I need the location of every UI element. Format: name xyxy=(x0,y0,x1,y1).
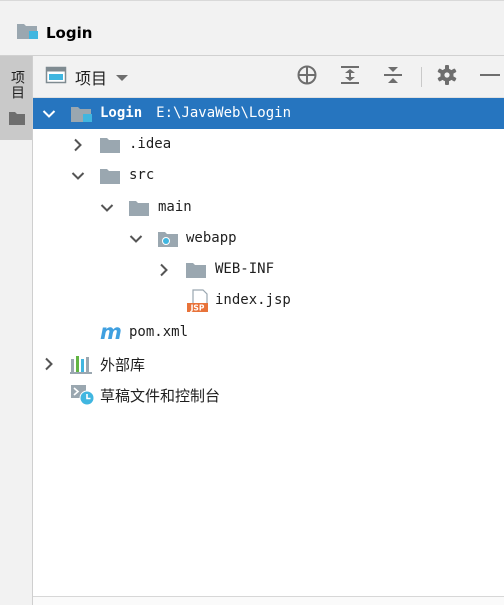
chevron-down-icon[interactable] xyxy=(100,200,114,214)
web-folder-icon xyxy=(157,229,179,249)
project-view-icon xyxy=(45,65,67,89)
tree-item-pom-xml[interactable]: m pom.xml xyxy=(33,317,504,348)
chevron-down-icon[interactable] xyxy=(129,231,143,245)
folder-icon xyxy=(128,198,150,218)
tree-item-main[interactable]: main xyxy=(33,192,504,223)
project-folder-icon xyxy=(70,104,92,124)
expand-all-icon xyxy=(339,64,361,90)
tree-item-web-inf[interactable]: WEB-INF xyxy=(33,254,504,285)
minimize-icon xyxy=(478,64,500,90)
tree-item-label: 草稿文件和控制台 xyxy=(100,387,221,405)
tree-item-label: WEB-INF xyxy=(215,261,275,277)
tree-item-scratches[interactable]: 草稿文件和控制台 xyxy=(33,379,504,410)
library-icon xyxy=(70,354,92,374)
folder-icon xyxy=(8,110,26,130)
toolbar-separator xyxy=(421,67,422,87)
view-selector[interactable]: 项目 xyxy=(45,64,129,90)
folder-icon xyxy=(99,166,121,186)
tree-item-label: pom.xml xyxy=(129,324,189,340)
left-tool-stripe: 项目 xyxy=(0,56,33,605)
svg-text:m: m xyxy=(100,320,122,344)
chevron-down-icon xyxy=(115,68,129,87)
tree-item-external-libraries[interactable]: 外部库 xyxy=(33,348,504,379)
chevron-right-icon[interactable] xyxy=(157,262,171,277)
view-selector-label: 项目 xyxy=(75,69,108,88)
collapse-all-button[interactable] xyxy=(380,65,406,89)
tree-item-label: webapp xyxy=(186,230,237,246)
locate-icon xyxy=(296,64,318,90)
tree-item-label: Login E:\JavaWeb\Login xyxy=(100,105,292,121)
tree-item-label: src xyxy=(129,167,155,183)
tree-item-label: index.jsp xyxy=(215,292,291,308)
locate-button[interactable] xyxy=(294,65,320,89)
project-tool-tab[interactable]: 项目 xyxy=(0,56,32,140)
minimize-button[interactable] xyxy=(476,65,502,89)
breadcrumb-project-label: Login xyxy=(46,24,93,42)
navigation-bar: Login xyxy=(0,0,504,56)
chevron-down-icon[interactable] xyxy=(42,106,56,120)
project-tool-window-header: 项目 xyxy=(33,56,504,98)
tree-item-src[interactable]: src xyxy=(33,160,504,191)
folder-icon xyxy=(99,135,121,155)
gear-icon xyxy=(436,64,458,90)
settings-button[interactable] xyxy=(434,65,460,89)
folder-icon xyxy=(185,260,207,280)
jsp-file-icon: JSP xyxy=(186,289,208,313)
chevron-down-icon[interactable] xyxy=(71,168,85,182)
tree-item-idea[interactable]: .idea xyxy=(33,129,504,160)
chevron-right-icon[interactable] xyxy=(42,356,56,371)
breadcrumb[interactable]: Login xyxy=(16,23,92,43)
chevron-right-icon[interactable] xyxy=(71,137,85,152)
scratches-icon xyxy=(70,383,96,407)
tree-item-label: main xyxy=(158,199,192,215)
tree-item-label: .idea xyxy=(129,136,172,152)
expand-all-button[interactable] xyxy=(337,65,363,89)
project-tree[interactable]: Login E:\JavaWeb\Login .idea src main we… xyxy=(33,98,504,594)
collapse-all-icon xyxy=(382,64,404,90)
project-folder-icon xyxy=(16,21,40,45)
project-tool-tab-label: 项目 xyxy=(9,70,25,100)
horizontal-scrollbar[interactable] xyxy=(33,596,504,605)
tree-item-login[interactable]: Login E:\JavaWeb\Login xyxy=(33,98,504,129)
tree-item-index-jsp[interactable]: JSP index.jsp xyxy=(33,285,504,316)
tree-item-webapp[interactable]: webapp xyxy=(33,223,504,254)
svg-text:JSP: JSP xyxy=(190,304,205,313)
tree-item-label: 外部库 xyxy=(100,356,146,374)
maven-icon: m xyxy=(97,320,125,346)
